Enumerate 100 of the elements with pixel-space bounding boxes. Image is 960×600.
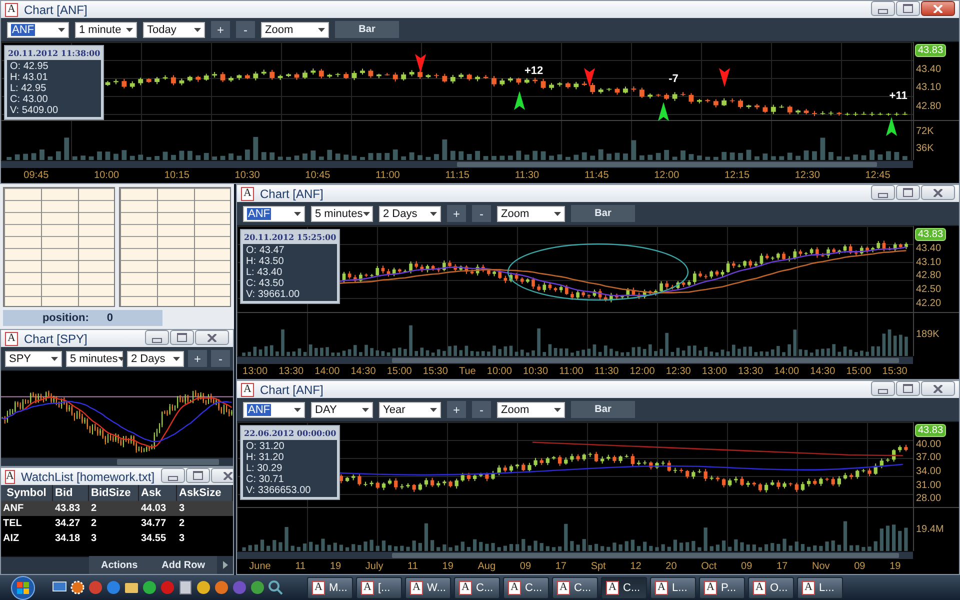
maximize-button[interactable] [896,381,920,396]
action-button[interactable]: Actions [89,556,150,574]
time-label: 12:45 [865,170,890,181]
folder-icon[interactable] [124,580,139,595]
calculator-icon[interactable] [178,580,193,595]
range-dropdown[interactable]: Year [379,402,441,418]
time-label: 11:45 [584,170,609,181]
interval-dropdown[interactable]: DAY [311,402,373,418]
table-cell-text: 3 [90,533,98,544]
taskbar-button[interactable]: A M... [307,576,353,598]
interval-dropdown[interactable]: 1 minute [75,22,137,38]
horizontal-scrollbar[interactable] [1,160,913,168]
down-triangle-icon [584,68,595,87]
time-label: Spt [590,561,606,572]
plus-button[interactable]: + [447,205,466,222]
watchlist-row[interactable]: AIZ 34.18 3 34.55 3 [1,531,233,546]
time-label: Nov [812,561,830,572]
plus-button[interactable]: + [211,21,230,38]
time-label: 13:00 [242,366,268,377]
app-icon[interactable] [214,580,229,595]
watchlist-row[interactable]: ANF 43.83 2 44.03 3 [1,501,233,516]
watchlist-row[interactable]: TEL 34.27 2 34.77 2 [1,516,233,531]
symbol-field[interactable]: ANF [7,22,69,38]
taskbar-button[interactable]: A C... [601,576,647,598]
maximize-button[interactable] [896,1,920,16]
gear-icon[interactable] [70,580,85,595]
interval-dropdown[interactable]: 5 minutes [311,206,373,222]
taskbar-button[interactable]: A W... [405,576,451,598]
minimize-button[interactable] [145,330,169,345]
table-cell-text: 2 [90,503,98,514]
app-logo: A [5,332,18,346]
taskbar-button[interactable]: A L... [797,576,843,598]
action-button[interactable]: Add Row [150,556,217,574]
time-label: 10:45 [305,170,330,181]
time-label: 17 [776,561,788,572]
app-icon[interactable] [142,580,157,595]
maximize-button[interactable] [186,468,210,483]
chart-type-button[interactable]: Bar [335,21,400,38]
taskbar-button[interactable]: A C... [503,576,549,598]
last-price-badge: 43.83 [915,228,946,241]
app-icon[interactable] [196,580,211,595]
volume-label: 72K [916,126,935,138]
plus-button[interactable]: + [188,350,208,367]
plus-button[interactable]: + [447,401,466,418]
app-icon[interactable] [250,580,265,595]
horizontal-scrollbar[interactable] [237,551,913,559]
table-cell-text: 3 [178,533,186,544]
taskbar-button[interactable]: A L... [650,576,696,598]
price-label: 34.00 [916,466,942,477]
taskbar-button[interactable]: A C... [552,576,598,598]
ohlc-value: L: 30.29 [246,463,284,474]
horizontal-scrollbar[interactable] [237,356,913,364]
price-label: 42.80 [916,100,942,112]
minus-button[interactable]: - [211,350,230,367]
horizontal-scrollbar[interactable] [1,457,233,466]
time-label: June [249,561,271,572]
zoom-dropdown[interactable]: Zoom [497,402,566,418]
chart-type-button[interactable]: Bar [571,401,636,418]
table-cell-text: 3 [178,503,186,514]
zoom-dropdown[interactable]: Zoom [261,22,330,38]
taskbar-button[interactable]: A P... [699,576,745,598]
scroll-right-icon[interactable] [221,561,229,569]
price-label: 31.00 [916,480,942,491]
range-dropdown[interactable]: 2 Days [127,350,184,366]
minimize-button[interactable] [871,1,895,16]
minimize-button[interactable] [871,381,895,396]
minimize-button[interactable] [160,468,185,483]
maximize-button[interactable] [170,330,194,345]
minus-button[interactable]: - [236,21,256,38]
taskbar-button[interactable]: A O... [748,576,794,598]
zoom-dropdown[interactable]: Zoom [497,206,566,222]
chart-type-button[interactable]: Bar [571,205,636,222]
time-label: 10:00 [486,366,512,377]
minus-button[interactable]: - [472,401,492,418]
time-label: 11:00 [559,366,584,377]
minus-button[interactable]: - [472,205,492,222]
symbol-field[interactable]: ANF [243,402,305,418]
close-button[interactable] [921,1,955,16]
minimize-button[interactable] [871,185,895,200]
time-label: 11 [295,561,306,572]
taskbar-button[interactable]: A C... [454,576,500,598]
range-dropdown[interactable]: Today [143,22,205,38]
symbol-field[interactable]: SPY [5,350,62,366]
maximize-button[interactable] [896,185,920,200]
time-label: 10:30 [234,170,260,181]
symbol-field[interactable]: ANF [243,206,305,222]
range-dropdown[interactable]: 2 Days [379,206,441,222]
interval-dropdown[interactable]: 5 minutes [66,350,123,366]
close-button[interactable] [195,330,229,345]
ohlc-value: C: 30.71 [246,474,285,485]
app-icon[interactable] [106,580,121,595]
time-label: 13:00 [702,366,727,377]
close-icon [933,384,943,392]
close-button[interactable] [921,185,955,200]
close-button[interactable] [921,381,955,396]
taskbar-button[interactable]: A [... [356,576,402,598]
volume-label: 36K [916,143,935,154]
window-title: Chart [SPY] [24,332,88,346]
price-label: 28.00 [916,493,942,504]
magnifier-icon[interactable] [268,580,283,595]
